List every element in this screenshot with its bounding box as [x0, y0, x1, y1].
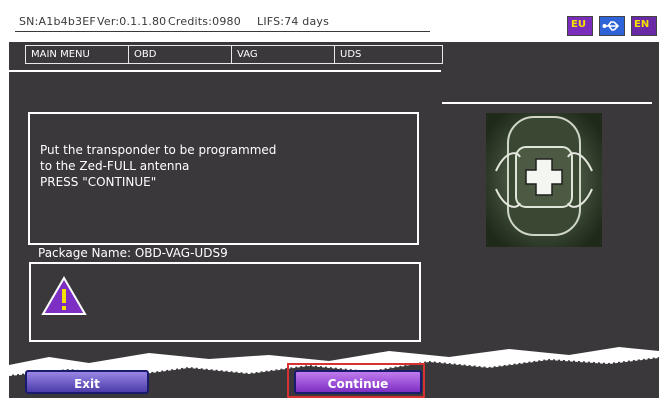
lifs-label: LIFS:74 days [257, 15, 330, 28]
eu-flag-icon: EU [567, 16, 593, 36]
language-label: EN [634, 19, 650, 30]
divider [9, 70, 441, 72]
eu-flag-label: EU [571, 19, 586, 30]
status-bar: SN:A1b4b3EF Ver:0.1.1.80 Credits:0980 LI… [9, 6, 659, 40]
breadcrumb-uds[interactable]: UDS [335, 46, 442, 63]
warning-box [29, 262, 421, 342]
warning-icon [41, 276, 87, 320]
exit-button[interactable]: Exit [25, 370, 149, 394]
continue-button[interactable]: Continue [294, 370, 422, 394]
divider [9, 40, 659, 42]
credits-label: Credits:0980 [168, 15, 241, 28]
message-line-2: to the Zed-FULL antenna [40, 159, 190, 173]
device-screen: SN:A1b4b3EF Ver:0.1.1.80 Credits:0980 LI… [0, 0, 659, 398]
status-underline [15, 31, 430, 32]
package-name: Package Name: OBD-VAG-UDS9 [38, 246, 228, 260]
breadcrumb: MAIN MENU OBD VAG UDS [25, 45, 443, 64]
breadcrumb-main-menu[interactable]: MAIN MENU [26, 46, 129, 63]
serial-number: SN:A1b4b3EF [19, 15, 96, 28]
usb-icon [599, 16, 625, 36]
language-icon[interactable]: EN [631, 16, 657, 36]
transponder-image [486, 113, 602, 247]
message-line-3: PRESS "CONTINUE" [40, 175, 157, 189]
breadcrumb-obd[interactable]: OBD [129, 46, 232, 63]
breadcrumb-vag[interactable]: VAG [232, 46, 335, 63]
version-label: Ver:0.1.1.80 [97, 15, 167, 28]
message-box: Put the transponder to be programmed to … [28, 112, 419, 245]
divider [442, 102, 652, 104]
message-line-1: Put the transponder to be programmed [40, 143, 277, 157]
